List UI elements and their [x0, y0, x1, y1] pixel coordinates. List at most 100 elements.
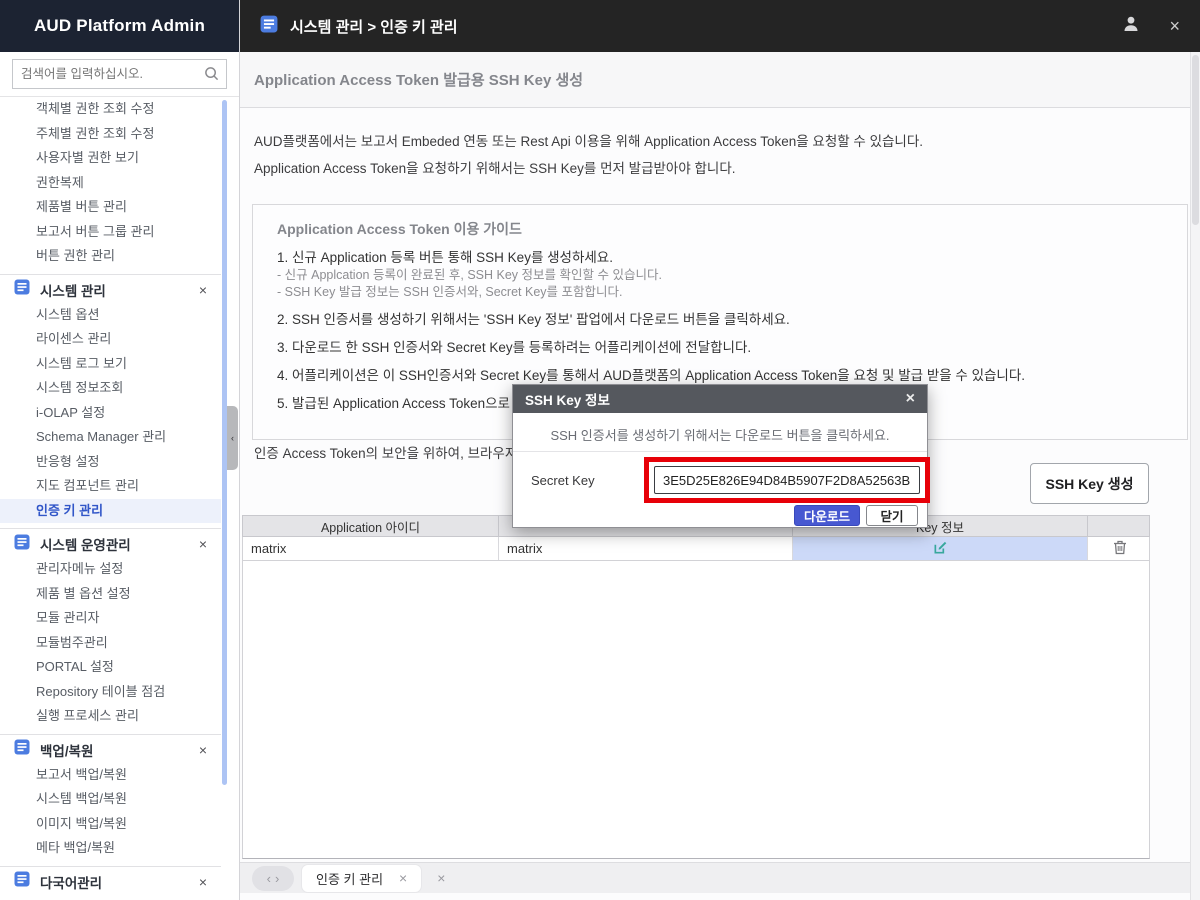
- sidebar-item[interactable]: 라이센스 관리: [0, 327, 221, 352]
- sidebar: AUD Platform Admin 객체별 권한 조회 수정주체별 권한 조회…: [0, 0, 240, 900]
- sidebar-item[interactable]: 객체별 권한 조회 수정: [0, 97, 221, 122]
- breadcrumb-doc-icon: [260, 15, 278, 38]
- sidebar-item[interactable]: 인증 키 관리: [0, 498, 221, 523]
- sidebar-item[interactable]: 시스템 정보조회: [0, 376, 221, 401]
- guide-step: 3. 다운로드 한 SSH 인증서와 Secret Key를 등록하려는 어플리…: [277, 340, 752, 355]
- cell-delete[interactable]: [1088, 537, 1151, 560]
- sidebar-item[interactable]: 사용자별 권한 보기: [0, 146, 221, 171]
- menu-doc-icon: [14, 871, 30, 892]
- sidebar-item[interactable]: Repository 테이블 점검: [0, 680, 221, 705]
- sidebar-item[interactable]: 제품 별 옵션 설정: [0, 582, 221, 607]
- section-close-icon[interactable]: ×: [195, 535, 211, 553]
- sidebar-menu: 객체별 권한 조회 수정 주체별 권한 조회 수정 사용자별 권한 보기 권한복제 제품…: [0, 97, 221, 900]
- sidebar-item[interactable]: 시스템 백업/복원: [0, 787, 221, 812]
- sidebar-item[interactable]: Schema Manager 관리: [0, 425, 221, 450]
- menu-doc-icon: [14, 739, 30, 760]
- tab-next-icon[interactable]: ›: [275, 871, 279, 886]
- modal-header: SSH Key 정보 ×: [513, 385, 927, 413]
- sidebar-item[interactable]: 시스템 로그 보기: [0, 352, 221, 377]
- sidebar-section-header[interactable]: 시스템 운영관리 ×: [0, 531, 221, 557]
- modal-close-icon[interactable]: ×: [906, 391, 915, 407]
- sidebar-section-header[interactable]: 시스템 관리 ×: [0, 277, 221, 303]
- tabbar-close-icon[interactable]: ×: [437, 870, 445, 886]
- close-icon[interactable]: ×: [1169, 17, 1180, 35]
- trash-icon[interactable]: [1113, 540, 1127, 558]
- sidebar-item[interactable]: 모듈범주관리: [0, 631, 221, 656]
- tab-label: 인증 키 관리: [316, 871, 384, 887]
- sidebar-item[interactable]: 메타 백업/복원: [0, 836, 221, 861]
- sidebar-item[interactable]: 모듈 관리자: [0, 606, 221, 631]
- sidebar-item[interactable]: 지도 컴포넌트 관리: [0, 474, 221, 499]
- sidebar-item[interactable]: 보고서 백업/복원: [0, 763, 221, 788]
- sidebar-item[interactable]: 관리자메뉴 설정: [0, 557, 221, 582]
- sidebar-item[interactable]: 이미지 백업/복원: [0, 812, 221, 837]
- search-icon[interactable]: [204, 66, 219, 86]
- guide-step: 4. 어플리케이션은 이 SSH인증서와 Secret Key를 통해서 AUD…: [277, 368, 1026, 383]
- secret-key-input[interactable]: [654, 466, 920, 494]
- sidebar-section-title: 시스템 관리: [40, 283, 106, 299]
- download-button[interactable]: 다운로드: [794, 505, 860, 526]
- tab-prev-icon[interactable]: ‹: [267, 871, 271, 886]
- sidebar-item[interactable]: 시스템 옵션: [0, 303, 221, 328]
- section-close-icon[interactable]: ×: [195, 281, 211, 299]
- modal-divider: [513, 451, 927, 452]
- search-input[interactable]: [12, 59, 227, 89]
- topbar: 시스템 관리 > 인증 키 관리 ×: [240, 0, 1200, 52]
- app-title: AUD Platform Admin: [0, 0, 239, 52]
- sidebar-section: 시스템 관리 × 시스템 옵션 라이센스 관리 시스템 로그 보기 시스템 정보조회 i-O…: [0, 273, 221, 523]
- table-row: matrix matrix: [242, 537, 1150, 561]
- sidebar-item[interactable]: 반응형 설정: [0, 450, 221, 475]
- cell-application-id: matrix: [243, 537, 499, 560]
- guide-note: - 신규 Applcation 등록이 완료된 후, SSH Key 정보를 확…: [277, 268, 662, 282]
- page-title: Application Access Token 발급용 SSH Key 생성: [240, 52, 1200, 108]
- sidebar-item[interactable]: 버튼 권한 관리: [0, 244, 221, 269]
- main-scrollbar-thumb[interactable]: [1192, 55, 1199, 225]
- sidebar-section-header[interactable]: 다국어관리 ×: [0, 869, 221, 895]
- tab-close-icon[interactable]: ×: [399, 870, 407, 886]
- sidebar-section-header[interactable]: 백업/복원 ×: [0, 737, 221, 763]
- breadcrumb: 시스템 관리 > 인증 키 관리: [290, 18, 458, 36]
- sidebar-item[interactable]: 권한복제: [0, 171, 221, 196]
- sidebar-item[interactable]: i-OLAP 설정: [0, 401, 221, 426]
- sidebar-item[interactable]: 보고서 버튼 그룹 관리: [0, 220, 221, 245]
- modal-close-button[interactable]: 닫기: [866, 505, 918, 526]
- ssh-key-create-button[interactable]: SSH Key 생성: [1030, 463, 1149, 504]
- guide-title: Application Access Token 이용 가이드: [277, 221, 522, 237]
- sidebar-section: 시스템 운영관리 × 관리자메뉴 설정 제품 별 옵션 설정 모듈 관리자 모듈범주관리 P…: [0, 528, 221, 729]
- edit-icon[interactable]: [933, 540, 948, 558]
- section-close-icon[interactable]: ×: [195, 741, 211, 759]
- user-icon[interactable]: [1121, 14, 1141, 39]
- menu-doc-icon: [14, 534, 30, 555]
- secret-key-label: Secret Key: [531, 473, 595, 488]
- modal-title: SSH Key 정보: [525, 393, 610, 408]
- intro-line: Application Access Token을 요청하기 위해서는 SSH …: [254, 161, 736, 176]
- main-scrollbar[interactable]: [1190, 52, 1200, 900]
- modal-message: SSH 인증서를 생성하기 위해서는 다운로드 버튼을 클릭하세요.: [550, 428, 890, 443]
- tab-active[interactable]: 인증 키 관리 ×: [302, 864, 422, 892]
- cell-key-info[interactable]: [793, 537, 1088, 560]
- sidebar-item[interactable]: 주체별 권한 조회 수정: [0, 122, 221, 147]
- bottom-tabbar: ‹ › 인증 키 관리 × ×: [240, 862, 1200, 893]
- section-close-icon[interactable]: ×: [195, 873, 211, 891]
- tab-nav-arrows[interactable]: ‹ ›: [252, 865, 294, 891]
- sidebar-item[interactable]: 다국어 목록 관리: [0, 895, 221, 900]
- sidebar-section-title: 백업/복원: [40, 743, 94, 759]
- table-empty-area: [242, 561, 1150, 859]
- sidebar-item[interactable]: 제품별 버튼 관리: [0, 195, 221, 220]
- sidebar-collapse-handle[interactable]: ‹: [227, 406, 238, 470]
- menu-doc-icon: [14, 279, 30, 300]
- intro-text: AUD플랫폼에서는 보고서 Embeded 연동 또는 Rest Api 이용을…: [254, 128, 923, 182]
- sidebar-section-title: 시스템 운영관리: [40, 538, 131, 553]
- intro-line: AUD플랫폼에서는 보고서 Embeded 연동 또는 Rest Api 이용을…: [254, 134, 924, 149]
- sidebar-section: 다국어관리 × 다국어 목록 관리: [0, 865, 221, 900]
- cell-application-name: matrix: [499, 537, 793, 560]
- sidebar-item[interactable]: PORTAL 설정: [0, 655, 221, 680]
- sidebar-section: 백업/복원 × 보고서 백업/복원 시스템 백업/복원 이미지 백업/복원 메타 백업/복…: [0, 733, 221, 861]
- sidebar-section-title: 다국어관리: [40, 875, 103, 891]
- table-body: matrix matrix: [242, 537, 1150, 561]
- security-note: 인증 Access Token의 보안을 위하여, 브라우저의: [254, 446, 530, 461]
- table-header-cell: [1088, 516, 1151, 536]
- application-table: Application 아이디 Key 정보 matrix matrix: [242, 515, 1150, 859]
- sidebar-item[interactable]: 실행 프로세스 관리: [0, 704, 221, 729]
- sidebar-search: [0, 52, 239, 97]
